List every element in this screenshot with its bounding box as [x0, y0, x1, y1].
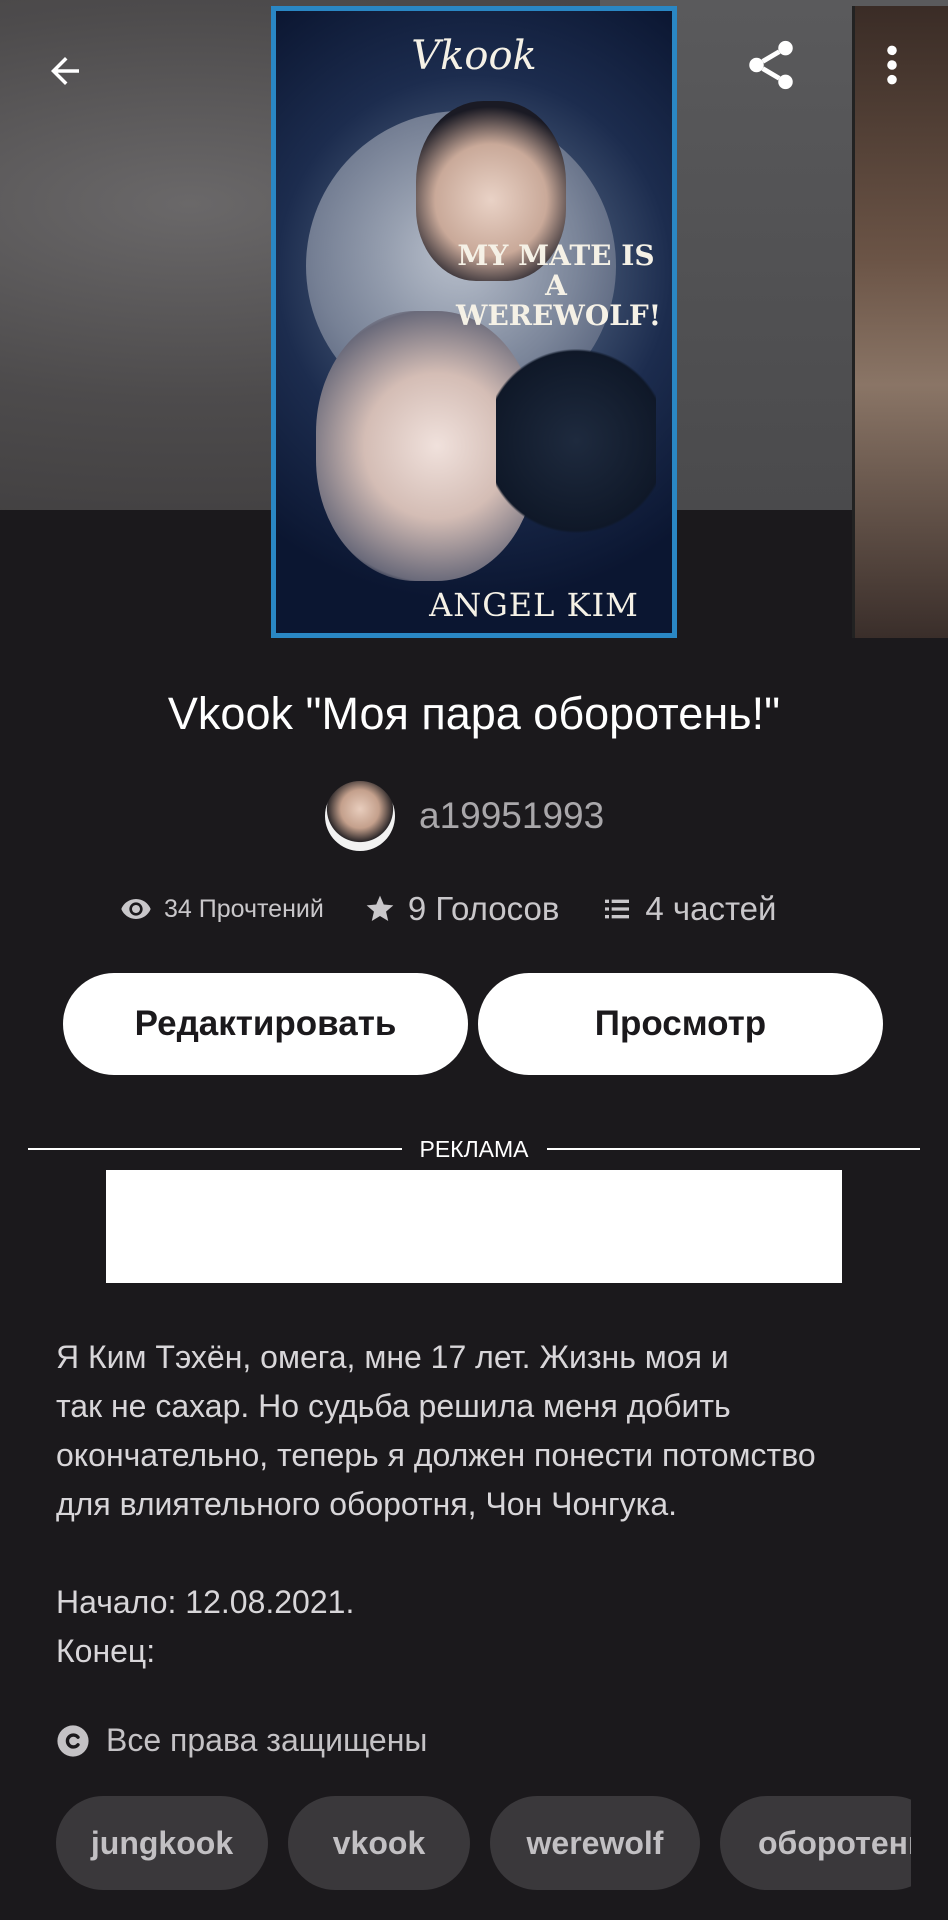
reads-stat: 34 Прочтений	[120, 893, 324, 925]
tag-chip[interactable]: оборотень	[720, 1796, 911, 1890]
votes-stat: 9 Голосов	[364, 890, 560, 928]
tag-chip[interactable]: jungkook	[56, 1796, 268, 1890]
votes-count: 9 Голосов	[407, 890, 560, 927]
cover-title: Vkook	[411, 33, 537, 79]
ad-divider: РЕКЛАМА	[28, 1134, 921, 1164]
more-vertical-icon	[887, 45, 897, 85]
author-avatar[interactable]	[325, 781, 395, 851]
tag-chip[interactable]: werewolf	[490, 1796, 700, 1890]
back-button[interactable]	[30, 36, 100, 106]
tag-chip[interactable]: vkook	[288, 1796, 470, 1890]
more-options-button[interactable]	[870, 30, 914, 100]
story-stats: 34 Прочтений 9 Голосов 4 частей	[120, 890, 776, 928]
eye-icon	[120, 893, 152, 925]
view-button[interactable]: Просмотр	[478, 973, 883, 1075]
next-story-cover[interactable]	[852, 6, 948, 638]
star-icon	[364, 893, 396, 925]
parts-count: 4 частей	[645, 890, 777, 927]
reads-count: 34 Прочтений	[164, 894, 324, 923]
ad-banner[interactable]	[106, 1170, 842, 1283]
cover-wolf	[496, 341, 656, 541]
author-name[interactable]: a19951993	[419, 795, 604, 837]
cover-author-credit: ANGEL KIM	[429, 586, 639, 624]
story-cover[interactable]: Vkook MY MATE IS A WEREWOLF! ANGEL KIM	[271, 6, 677, 638]
copyright-text: Все права защищены	[106, 1722, 428, 1758]
copyright-icon	[56, 1724, 90, 1758]
tag-list: jungkook vkook werewolf оборотень	[56, 1796, 911, 1890]
share-icon	[749, 40, 793, 90]
story-description: Я Ким Тэхён, омега, мне 17 лет. Жизнь мо…	[56, 1339, 816, 1669]
author-link[interactable]: a19951993	[325, 780, 604, 852]
edit-button[interactable]: Редактировать	[63, 973, 468, 1075]
divider-line	[28, 1148, 402, 1150]
story-title: Vkook "Моя пара оборотень!"	[167, 688, 781, 739]
divider-line	[546, 1148, 921, 1150]
share-button[interactable]	[736, 30, 806, 100]
copyright-notice: Все права защищены	[56, 1722, 427, 1759]
cover-tagline: MY MATE IS A WEREWOLF!	[456, 239, 662, 332]
arrow-left-icon	[51, 57, 79, 85]
list-icon	[601, 893, 633, 925]
parts-stat: 4 частей	[601, 890, 776, 928]
ad-label: РЕКЛАМА	[419, 1135, 529, 1162]
